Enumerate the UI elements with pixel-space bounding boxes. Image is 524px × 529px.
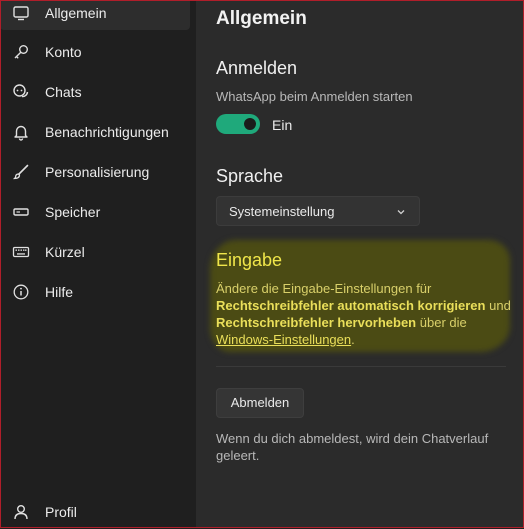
chevron-down-icon	[395, 205, 407, 223]
key-icon	[12, 43, 30, 61]
login-heading: Anmelden	[216, 58, 298, 78]
bell-icon	[12, 123, 30, 141]
section-divider	[216, 366, 506, 367]
sidebar-item-label: Chats	[45, 84, 82, 100]
input-heading: Eingabe	[216, 250, 283, 270]
sidebar-item-kuerzel[interactable]: Kürzel	[0, 235, 190, 269]
chat-bubbles-icon	[12, 83, 30, 101]
sidebar-item-chats[interactable]: Chats	[0, 75, 190, 109]
input-description: Ändere die Eingabe-Einstellungen für Rec…	[216, 280, 516, 348]
toggle-knob	[244, 118, 256, 130]
language-select[interactable]: Systemeinstellung	[216, 196, 420, 226]
input-text-1: Ändere die Eingabe-Einstellungen für	[216, 281, 432, 296]
brush-icon	[12, 163, 30, 181]
start-on-login-toggle[interactable]	[216, 114, 260, 134]
spellcheck-label: Rechtschreibfehler hervorheben	[216, 315, 417, 330]
language-heading: Sprache	[216, 166, 284, 186]
settings-sidebar: Allgemein Konto Chats Benachrichtigungen…	[0, 0, 196, 528]
person-icon	[12, 503, 30, 521]
sidebar-item-speicher[interactable]: Speicher	[0, 195, 190, 229]
sidebar-item-hilfe[interactable]: Hilfe	[0, 275, 190, 309]
logout-note: Wenn du dich abmeldest, wird dein Chatve…	[216, 431, 489, 463]
sidebar-item-label: Konto	[45, 44, 82, 60]
windows-settings-link[interactable]: Windows-Einstellungen	[216, 332, 351, 347]
input-text-4: .	[351, 332, 355, 347]
sidebar-item-label: Benachrichtigungen	[45, 124, 169, 140]
storage-icon	[12, 203, 30, 221]
login-description: WhatsApp beim Anmelden starten	[216, 89, 413, 104]
sidebar-item-label: Hilfe	[45, 284, 74, 300]
logout-button[interactable]: Abmelden	[216, 388, 304, 418]
sidebar-item-label: Profil	[45, 504, 77, 520]
language-select-value: Systemeinstellung	[229, 204, 335, 219]
sidebar-item-benachrichtigungen[interactable]: Benachrichtigungen	[0, 115, 190, 149]
input-text-2: und	[489, 298, 511, 313]
input-text-3: über die	[419, 315, 467, 330]
sidebar-item-label: Allgemein	[45, 5, 107, 21]
sidebar-item-label: Personalisierung	[45, 164, 150, 180]
sidebar-item-profil[interactable]: Profil	[0, 495, 190, 529]
info-icon	[12, 283, 30, 301]
keyboard-icon	[12, 243, 30, 261]
sidebar-item-label: Kürzel	[45, 244, 85, 260]
monitor-icon	[12, 4, 30, 22]
sidebar-item-label: Speicher	[45, 204, 101, 220]
settings-content: Allgemein Anmelden WhatsApp beim Anmelde…	[196, 0, 524, 528]
sidebar-item-konto[interactable]: Konto	[0, 35, 190, 69]
sidebar-item-allgemein[interactable]: Allgemein	[0, 0, 190, 30]
toggle-state-label: Ein	[272, 117, 293, 133]
page-title: Allgemein	[216, 8, 307, 29]
sidebar-item-personalisierung[interactable]: Personalisierung	[0, 155, 190, 189]
autocorrect-label: Rechtschreibfehler automatisch korrigier…	[216, 298, 486, 313]
